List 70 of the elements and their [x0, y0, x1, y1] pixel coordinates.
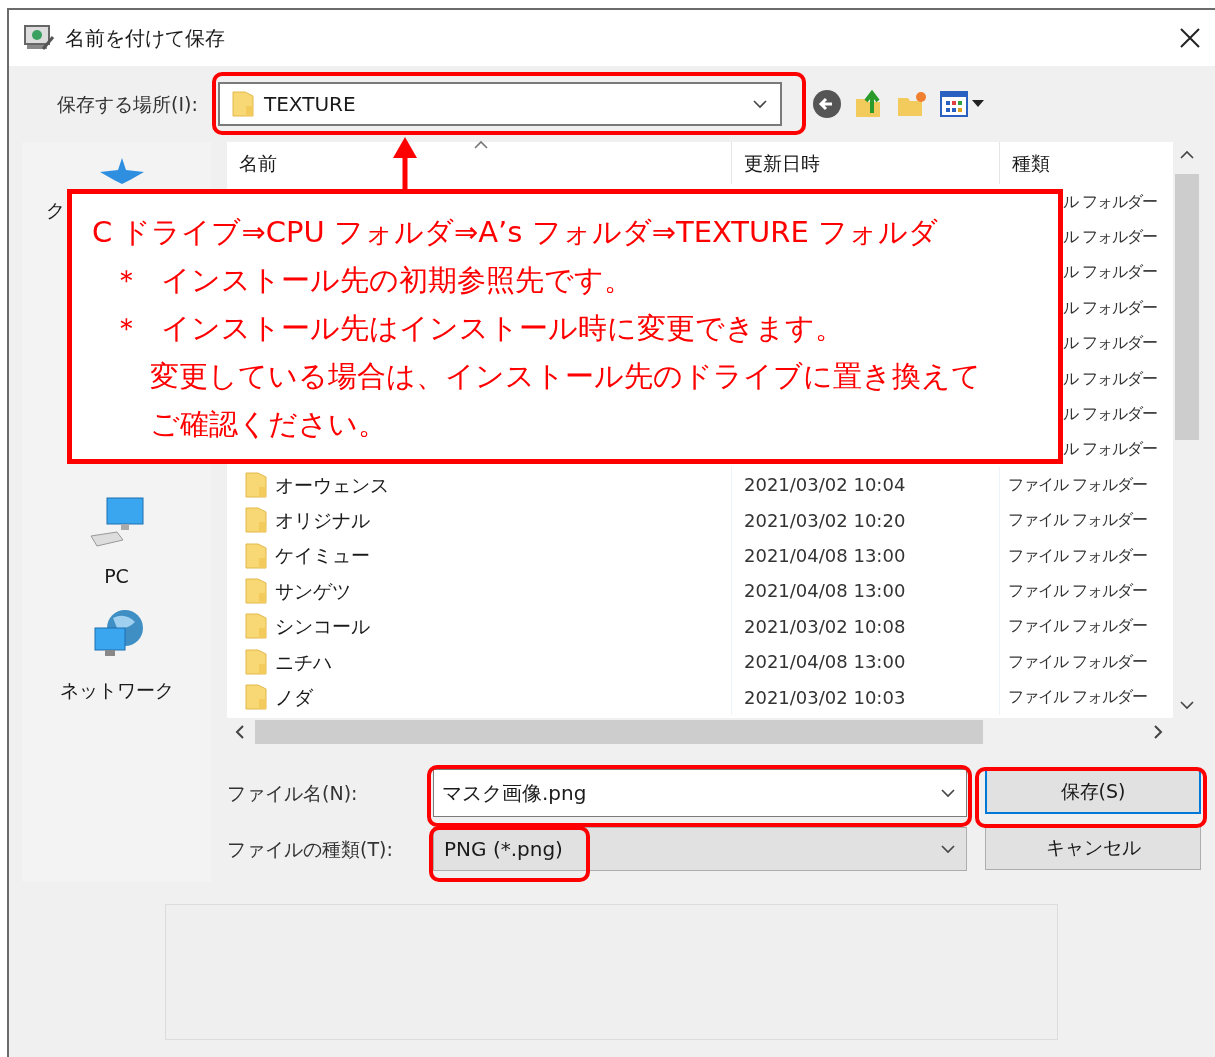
type-cell-text: ファイル フォルダー [1008, 686, 1148, 709]
chevron-down-icon [752, 99, 768, 109]
file-name-label: ファイル名(N): [227, 780, 359, 806]
date-cell-text: 2021/03/02 10:08 [744, 614, 906, 639]
folder-icon [245, 471, 267, 498]
file-type-label: ファイルの種類(T): [227, 836, 394, 862]
type-cell-text: ファイル フォルダー [1008, 615, 1148, 638]
column-header[interactable]: 更新日時 [731, 142, 999, 184]
type-cell-text: ファイル フォルダー [1008, 650, 1148, 673]
folder-icon [245, 613, 267, 640]
date-cell-text: 2021/04/08 13:00 [744, 579, 906, 604]
view-menu-icon[interactable] [940, 90, 986, 118]
scroll-up-icon[interactable] [1179, 150, 1195, 160]
folder-icon [245, 684, 267, 711]
type-cell-text: ル フォルダー [1063, 403, 1158, 426]
chevron-down-icon [940, 788, 956, 798]
window-title: 名前を付けて保存 [65, 25, 225, 52]
chevron-down-icon [940, 844, 956, 854]
file-name-cell[interactable]: シンコール [275, 612, 370, 641]
type-cell-text: ファイル フォルダー [1008, 580, 1148, 602]
location-dropdown[interactable]: TEXTURE [218, 82, 782, 126]
column-header[interactable]: 名前 [227, 142, 731, 184]
type-cell-text: ル フォルダー [1063, 438, 1158, 461]
type-cell-text: ファイル フォルダー [1008, 473, 1148, 496]
type-cell-text: ファイル フォルダー [1008, 544, 1148, 567]
file-type-dropdown[interactable]: PNG (*.png) [433, 827, 967, 871]
bullet-mark: ＊ [112, 262, 141, 299]
scrollbar-thumb[interactable] [1175, 174, 1199, 440]
date-cell-text: 2021/04/08 13:00 [744, 650, 906, 675]
file-name-cell[interactable]: サンゲツ [275, 576, 351, 606]
sidebar-item[interactable]: ネットワーク [59, 676, 174, 705]
scroll-down-icon [1179, 700, 1195, 710]
app-icon [23, 23, 55, 53]
file-name-field[interactable]: マスク画像.png [433, 769, 967, 817]
file-name-cell[interactable]: オーウェンス [275, 470, 389, 500]
bullet-mark: ＊ [112, 310, 141, 347]
folder-icon [245, 578, 267, 604]
folder-icon [245, 507, 267, 534]
type-cell-text: ル フォルダー [1063, 190, 1158, 213]
type-cell-text: ル フォルダー [1063, 296, 1158, 319]
back-icon[interactable] [812, 89, 842, 119]
close-icon[interactable] [1179, 27, 1201, 49]
sidebar-item[interactable]: ク [46, 196, 65, 225]
callout-text: インストール先はインストール時に変更できます。 [161, 310, 844, 347]
star-icon [98, 156, 146, 186]
type-cell-text: ル フォルダー [1063, 367, 1158, 390]
folder-icon [245, 542, 267, 569]
date-cell-text: 2021/03/02 10:04 [744, 473, 906, 498]
date-cell-text: 2021/03/02 10:20 [744, 508, 906, 533]
type-cell-text: ル フォルダー [1063, 261, 1158, 284]
sort-ascending-icon [473, 140, 489, 150]
scrollbar-thumb[interactable] [255, 720, 983, 744]
type-cell-text: ル フォルダー [1063, 226, 1158, 249]
callout-text: ご確認ください。 [149, 406, 388, 443]
type-cell-text: ファイル フォルダー [1008, 509, 1148, 532]
location-label: 保存する場所(I): [56, 91, 199, 117]
callout-heading: C ドライブ⇒CPU フォルダ⇒A’s フォルダ⇒TEXTURE フォルダ [92, 214, 939, 251]
folder-icon [232, 91, 254, 117]
file-name-cell[interactable]: オリジナル [275, 505, 370, 535]
file-name-cell[interactable]: ケイミュー [275, 541, 370, 570]
save-button[interactable]: 保存(S) [985, 768, 1201, 814]
sidebar-item[interactable]: PC [104, 562, 129, 591]
type-cell-text: ル フォルダー [1063, 332, 1158, 355]
file-name-cell[interactable]: ニチハ [275, 647, 332, 676]
folder-icon [245, 648, 267, 675]
callout-text: インストール先の初期参照先です。 [161, 262, 633, 299]
date-cell-text: 2021/03/02 10:03 [744, 685, 906, 710]
callout-text: 変更している場合は、インストール先のドライブに置き換えて [149, 358, 982, 395]
date-cell-text: 2021/04/08 13:00 [744, 544, 906, 569]
file-name-cell[interactable]: ノダ [275, 682, 313, 712]
